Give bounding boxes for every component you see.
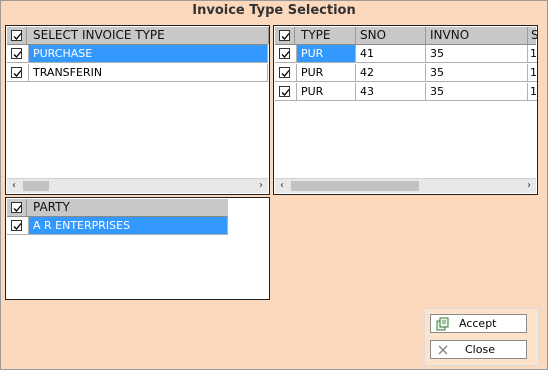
row-checkbox-icon[interactable]	[279, 67, 290, 78]
cell-s[interactable]: 1(	[528, 64, 537, 82]
invoice-type-row[interactable]: TRANSFERIN	[7, 64, 268, 82]
cell-invno[interactable]: 35	[426, 83, 528, 101]
close-label: Close	[465, 343, 495, 356]
cell-sno[interactable]: 42	[356, 64, 426, 82]
header-checkbox-icon[interactable]	[11, 30, 22, 41]
cell-invno[interactable]: 35	[426, 45, 528, 63]
scroll-right-icon[interactable]: ›	[254, 179, 268, 193]
scroll-left-icon[interactable]: ‹	[7, 179, 21, 193]
invoice-row[interactable]: PUR 43 35 1(	[275, 83, 537, 101]
invoice-type-row[interactable]: PURCHASE	[7, 45, 268, 63]
header-type[interactable]: TYPE	[297, 27, 356, 44]
horizontal-scrollbar[interactable]: ‹ ›	[7, 178, 268, 193]
invoice-type-grid[interactable]: SELECT INVOICE TYPE PURCHASE TRANSFERIN …	[5, 25, 270, 195]
row-checkbox-icon[interactable]	[11, 220, 22, 231]
party-label[interactable]: A R ENTERPRISES	[29, 217, 228, 235]
header-checkbox-cell[interactable]	[275, 27, 295, 44]
invoice-type-label[interactable]: TRANSFERIN	[29, 64, 268, 82]
header-checkbox-icon[interactable]	[11, 202, 22, 213]
invoice-grid[interactable]: TYPE SNO INVNO S PUR 41 35 1( PUR 42 35 …	[273, 25, 538, 195]
invoice-row[interactable]: PUR 41 35 1(	[275, 45, 537, 63]
row-checkbox-cell[interactable]	[275, 83, 297, 101]
close-icon	[436, 343, 450, 357]
cell-type[interactable]: PUR	[297, 64, 356, 82]
header-checkbox-cell[interactable]	[7, 27, 27, 44]
scroll-right-icon[interactable]: ›	[522, 179, 536, 193]
row-checkbox-icon[interactable]	[279, 48, 290, 59]
scroll-left-icon[interactable]: ‹	[275, 179, 289, 193]
cell-s[interactable]: 1(	[528, 83, 537, 101]
row-checkbox-cell[interactable]	[7, 64, 29, 82]
cell-s[interactable]: 1(	[528, 45, 537, 63]
scroll-thumb[interactable]	[291, 181, 419, 191]
cell-sno[interactable]: 43	[356, 83, 426, 101]
accept-label: Accept	[459, 317, 497, 330]
cell-sno[interactable]: 41	[356, 45, 426, 63]
grid-header: PARTY	[7, 199, 228, 217]
row-checkbox-cell[interactable]	[7, 217, 29, 235]
header-checkbox-icon[interactable]	[279, 30, 290, 41]
cell-invno[interactable]: 35	[426, 64, 528, 82]
invoice-type-label[interactable]: PURCHASE	[29, 45, 268, 63]
row-checkbox-cell[interactable]	[7, 45, 29, 63]
close-button[interactable]: Close	[430, 340, 527, 359]
copy-icon	[436, 317, 450, 331]
row-checkbox-cell[interactable]	[275, 64, 297, 82]
cell-type[interactable]: PUR	[297, 45, 356, 63]
row-checkbox-cell[interactable]	[275, 45, 297, 63]
party-row[interactable]: A R ENTERPRISES	[7, 217, 228, 235]
grid-header: TYPE SNO INVNO S	[275, 27, 537, 45]
header-party[interactable]: PARTY	[29, 199, 228, 216]
header-s[interactable]: S	[528, 27, 537, 44]
row-checkbox-icon[interactable]	[11, 67, 22, 78]
scroll-thumb[interactable]	[23, 181, 49, 191]
row-checkbox-icon[interactable]	[11, 48, 22, 59]
cell-type[interactable]: PUR	[297, 83, 356, 101]
header-invno[interactable]: INVNO	[426, 27, 528, 44]
header-invoice-type[interactable]: SELECT INVOICE TYPE	[29, 27, 269, 44]
horizontal-scrollbar[interactable]: ‹ ›	[275, 178, 536, 193]
invoice-row[interactable]: PUR 42 35 1(	[275, 64, 537, 82]
grid-header: SELECT INVOICE TYPE	[7, 27, 269, 45]
row-checkbox-icon[interactable]	[279, 86, 290, 97]
window-title: Invoice Type Selection	[192, 3, 356, 18]
header-checkbox-cell[interactable]	[7, 199, 27, 216]
header-sno[interactable]: SNO	[356, 27, 426, 44]
party-grid[interactable]: PARTY A R ENTERPRISES	[5, 197, 270, 300]
accept-button[interactable]: Accept	[430, 314, 527, 333]
